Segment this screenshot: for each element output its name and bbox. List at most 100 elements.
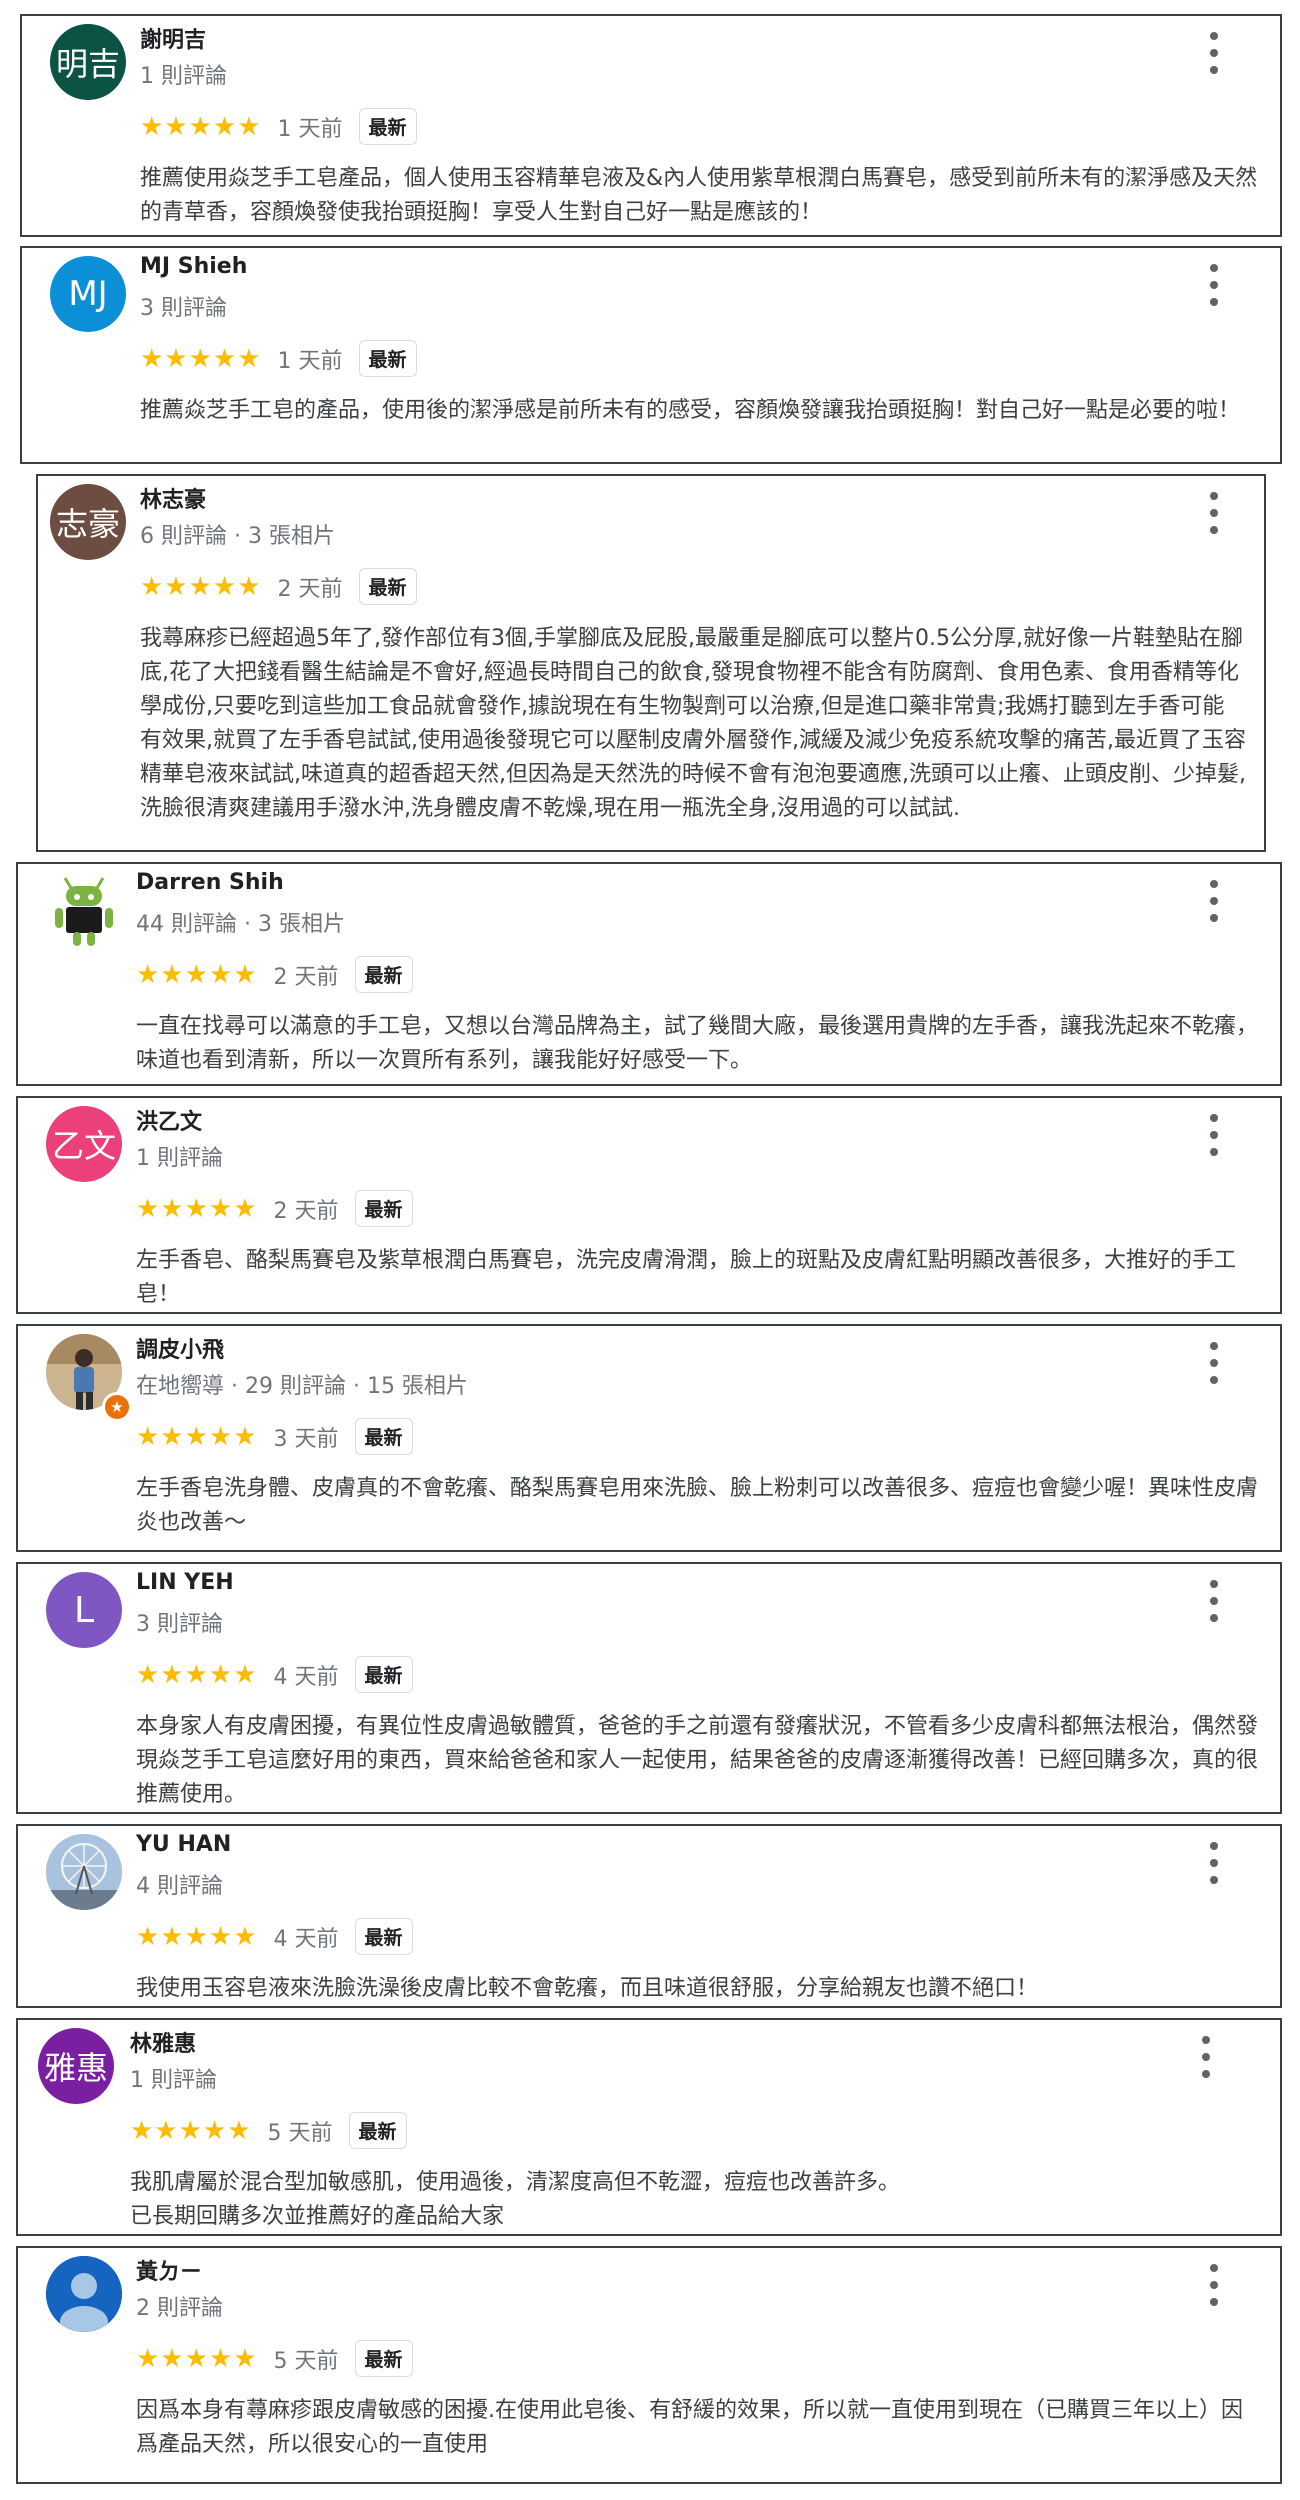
rating-row: ★★★★★ 3 天前 最新: [136, 1418, 413, 1455]
avatar[interactable]: 志豪: [50, 484, 126, 560]
reviewer-meta: 在地嚮導 · 29 則評論 · 15 張相片: [136, 1374, 468, 1399]
new-badge: 最新: [354, 1190, 413, 1227]
reviewer-meta: 4 則評論: [136, 1874, 223, 1899]
rating-row: ★★★★★ 5 天前 最新: [136, 2340, 413, 2377]
review-date: 2 天前: [273, 1198, 339, 1224]
review-card: 乙文 洪乙文 1 則評論 ★★★★★ 2 天前 最新 左手香皂、酪梨馬賽皂及紫草…: [16, 1096, 1282, 1314]
star-rating-icon: ★★★★★: [136, 1659, 258, 1690]
default-person-icon: [46, 2256, 122, 2332]
review-date: 5 天前: [273, 2348, 339, 2374]
star-rating-icon: ★★★★★: [136, 959, 258, 990]
reviewer-name[interactable]: 林雅惠: [130, 2026, 196, 2058]
rating-row: ★★★★★ 2 天前 最新: [140, 568, 417, 605]
review-text: 本身家人有皮膚困擾，有異位性皮膚過敏體質，爸爸的手之前還有發癢狀況，不管看多少皮…: [136, 1714, 1259, 1807]
star-rating-icon: ★★★★★: [140, 343, 262, 374]
review-date: 2 天前: [273, 964, 339, 990]
review-card: ★ 調皮小飛 在地嚮導 · 29 則評論 · 15 張相片 ★★★★★ 3 天前…: [16, 1324, 1282, 1552]
review-date: 3 天前: [273, 1426, 339, 1452]
more-options-icon[interactable]: [1204, 880, 1224, 922]
avatar[interactable]: 明吉: [50, 24, 126, 100]
star-rating-icon: ★★★★★: [130, 2115, 252, 2146]
new-badge: 最新: [354, 1918, 413, 1955]
reviewer-meta: 6 則評論 · 3 張相片: [140, 524, 335, 549]
reviewer-name[interactable]: 林志豪: [140, 482, 206, 514]
rating-row: ★★★★★ 1 天前 最新: [140, 108, 417, 145]
new-badge: 最新: [358, 340, 417, 377]
review-date: 4 天前: [273, 1664, 339, 1690]
reviewer-name[interactable]: MJ Shieh: [140, 254, 247, 279]
new-badge: 最新: [354, 2340, 413, 2377]
android-icon: [55, 877, 113, 946]
more-options-icon[interactable]: [1196, 2036, 1216, 2078]
review-card: Darren Shih 44 則評論 · 3 張相片 ★★★★★ 2 天前 最新…: [16, 862, 1282, 1086]
reviewer-name[interactable]: YU HAN: [136, 1832, 231, 1857]
review-card: L LIN YEH 3 則評論 ★★★★★ 4 天前 最新 本身家人有皮膚困擾，…: [16, 1562, 1282, 1814]
reviewer-meta: 1 則評論: [136, 1146, 223, 1171]
review-card: 志豪 林志豪 6 則評論 · 3 張相片 ★★★★★ 2 天前 最新 我蕁麻疹已…: [36, 474, 1266, 852]
review-text: 因爲本身有蕁麻疹跟皮膚敏感的困擾.在使用此皂後、有舒緩的效果，所以就一直使用到現…: [136, 2398, 1243, 2457]
more-options-icon[interactable]: [1204, 1842, 1224, 1884]
star-rating-icon: ★★★★★: [140, 571, 262, 602]
star-rating-icon: ★★★★★: [140, 111, 262, 142]
avatar[interactable]: [46, 2256, 122, 2332]
new-badge: 最新: [354, 956, 413, 993]
avatar[interactable]: L: [46, 1572, 122, 1648]
review-text: 推薦焱芝手工皂的產品，使用後的潔淨感是前所未有的感受，容顏煥發讓我抬頭挺胸！對自…: [140, 398, 1241, 423]
reviewer-meta: 3 則評論: [140, 296, 227, 321]
new-badge: 最新: [354, 1418, 413, 1455]
more-options-icon[interactable]: [1204, 1580, 1224, 1622]
star-rating-icon: ★★★★★: [136, 1921, 258, 1952]
review-text: 我使用玉容皂液來洗臉洗澡後皮膚比較不會乾癢，而且味道很舒服，分享給親友也讚不絕口…: [136, 1976, 1039, 2001]
new-badge: 最新: [358, 568, 417, 605]
rating-row: ★★★★★ 2 天前 最新: [136, 1190, 413, 1227]
avatar[interactable]: [46, 1834, 122, 1910]
star-rating-icon: ★★★★★: [136, 1421, 258, 1452]
reviewer-name[interactable]: 黃ㄉㄧ: [136, 2254, 202, 2286]
reviewer-name[interactable]: 謝明吉: [140, 22, 206, 54]
ferris-wheel-photo-icon: [46, 1834, 122, 1910]
reviewer-meta: 1 則評論: [130, 2068, 217, 2093]
review-card: 雅惠 林雅惠 1 則評論 ★★★★★ 5 天前 最新 我肌膚屬於混合型加敏感肌，…: [16, 2018, 1282, 2236]
review-card: 明吉 謝明吉 1 則評論 ★★★★★ 1 天前 最新 推薦使用焱芝手工皂產品，個…: [20, 14, 1282, 237]
rating-row: ★★★★★ 4 天前 最新: [136, 1656, 413, 1693]
new-badge: 最新: [358, 108, 417, 145]
avatar[interactable]: MJ: [50, 256, 126, 332]
review-text: 左手香皂洗身體、皮膚真的不會乾癢、酪梨馬賽皂用來洗臉、臉上粉刺可以改善很多、痘痘…: [136, 1476, 1259, 1535]
review-text: 左手香皂、酪梨馬賽皂及紫草根潤白馬賽皂，洗完皮膚滑潤，臉上的斑點及皮膚紅點明顯改…: [136, 1248, 1237, 1307]
new-badge: 最新: [348, 2112, 407, 2149]
more-options-icon[interactable]: [1204, 1342, 1224, 1384]
star-rating-icon: ★★★★★: [136, 1193, 258, 1224]
review-date: 4 天前: [273, 1926, 339, 1952]
rating-row: ★★★★★ 1 天前 最新: [140, 340, 417, 377]
review-card: 黃ㄉㄧ 2 則評論 ★★★★★ 5 天前 最新 因爲本身有蕁麻疹跟皮膚敏感的困擾…: [16, 2246, 1282, 2484]
reviewer-name[interactable]: LIN YEH: [136, 1570, 234, 1595]
avatar[interactable]: [46, 872, 122, 948]
avatar[interactable]: 乙文: [46, 1106, 122, 1182]
more-options-icon[interactable]: [1204, 492, 1224, 534]
reviewer-meta: 2 則評論: [136, 2296, 223, 2321]
more-options-icon[interactable]: [1204, 2264, 1224, 2306]
reviewer-name[interactable]: 調皮小飛: [136, 1332, 224, 1364]
review-text: 我蕁麻疹已經超過5年了,發作部位有3個,手掌腳底及屁股,最嚴重是腳底可以整片0.…: [140, 626, 1246, 821]
more-options-icon[interactable]: [1204, 1114, 1224, 1156]
reviewer-meta: 1 則評論: [140, 64, 227, 89]
reviewer-meta: 3 則評論: [136, 1612, 223, 1637]
review-date: 5 天前: [267, 2120, 333, 2146]
review-card: YU HAN 4 則評論 ★★★★★ 4 天前 最新 我使用玉容皂液來洗臉洗澡後…: [16, 1824, 1282, 2008]
review-date: 1 天前: [277, 116, 343, 142]
more-options-icon[interactable]: [1204, 32, 1224, 74]
more-options-icon[interactable]: [1204, 264, 1224, 306]
review-date: 1 天前: [277, 348, 343, 374]
avatar[interactable]: 雅惠: [38, 2028, 114, 2104]
rating-row: ★★★★★ 2 天前 最新: [136, 956, 413, 993]
reviewer-name[interactable]: 洪乙文: [136, 1104, 202, 1136]
local-guide-star-icon: ★: [102, 1392, 132, 1422]
review-text: 我肌膚屬於混合型加敏感肌，使用過後，清潔度高但不乾澀，痘痘也改善許多。 已長期回…: [130, 2170, 901, 2229]
review-text: 推薦使用焱芝手工皂產品，個人使用玉容精華皂液及&內人使用紫草根潤白馬賽皂，感受到…: [140, 166, 1258, 225]
review-date: 2 天前: [277, 576, 343, 602]
review-text: 一直在找尋可以滿意的手工皂，又想以台灣品牌為主，試了幾間大廠，最後選用貴牌的左手…: [136, 1014, 1259, 1073]
reviewer-name[interactable]: Darren Shih: [136, 870, 284, 895]
rating-row: ★★★★★ 5 天前 最新: [130, 2112, 407, 2149]
new-badge: 最新: [354, 1656, 413, 1693]
review-card: MJ MJ Shieh 3 則評論 ★★★★★ 1 天前 最新 推薦焱芝手工皂的…: [20, 246, 1282, 464]
